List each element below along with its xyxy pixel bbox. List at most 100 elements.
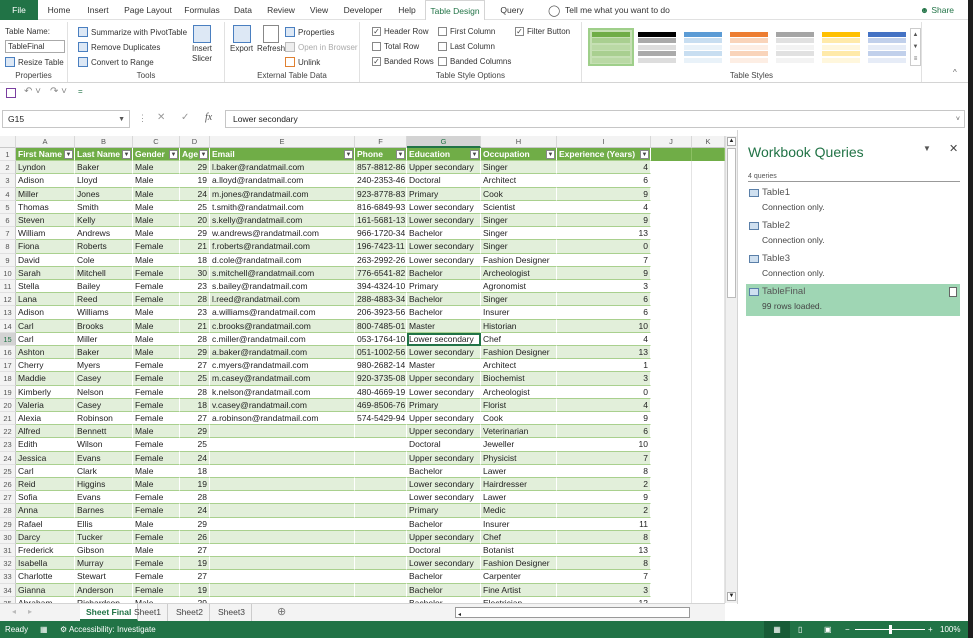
cell[interactable]: Edith: [16, 438, 75, 452]
cell[interactable]: [210, 517, 355, 531]
empty-cell[interactable]: [651, 398, 692, 412]
column-header-cell[interactable]: Age ▼: [180, 148, 210, 162]
cell[interactable]: Archeologist: [481, 385, 557, 399]
cell[interactable]: Ellis: [75, 517, 133, 531]
cell[interactable]: Male: [133, 346, 180, 360]
cell[interactable]: 26: [180, 530, 210, 544]
filter-dropdown-icon[interactable]: ▼: [344, 150, 353, 159]
cell[interactable]: 7: [557, 451, 651, 465]
cell[interactable]: Anderson: [75, 583, 133, 597]
cell[interactable]: [355, 464, 407, 478]
query-item[interactable]: TableFinal 99 rows loaded.: [746, 284, 960, 316]
filter-dropdown-icon[interactable]: ▼: [546, 150, 555, 159]
collapse-ribbon-icon[interactable]: ^: [953, 68, 957, 77]
empty-cell[interactable]: [692, 438, 725, 452]
cell[interactable]: Cook: [481, 187, 557, 201]
cell[interactable]: Scientist: [481, 200, 557, 214]
cell[interactable]: Baker: [75, 161, 133, 175]
cell[interactable]: 24: [180, 451, 210, 465]
empty-cell[interactable]: [692, 306, 725, 320]
cell[interactable]: 29: [180, 425, 210, 439]
cell[interactable]: Reed: [75, 293, 133, 307]
cell[interactable]: Barnes: [75, 504, 133, 518]
tab-home[interactable]: Home: [40, 0, 78, 20]
cell[interactable]: 161-5681-13: [355, 214, 407, 228]
formula-input[interactable]: Lower secondary ˅: [225, 110, 965, 128]
cell[interactable]: [355, 544, 407, 558]
row-header[interactable]: 33: [0, 570, 16, 584]
cell[interactable]: 0: [557, 240, 651, 254]
cell[interactable]: Reid: [16, 478, 75, 492]
empty-cell[interactable]: [651, 161, 692, 175]
cell[interactable]: Lower secondary: [407, 200, 481, 214]
query-item[interactable]: Table3 Connection only.: [746, 251, 960, 283]
cell[interactable]: 196-7423-11: [355, 240, 407, 254]
cell[interactable]: Bachelor: [407, 517, 481, 531]
tell-me-search[interactable]: Tell me what you want to do: [565, 5, 670, 15]
empty-cell[interactable]: [651, 332, 692, 346]
cell[interactable]: Upper secondary: [407, 372, 481, 386]
cell[interactable]: Stella: [16, 280, 75, 294]
cell[interactable]: 816-6849-93: [355, 200, 407, 214]
cell[interactable]: [210, 425, 355, 439]
cell[interactable]: Rafael: [16, 517, 75, 531]
cell[interactable]: m.casey@randatmail.com: [210, 372, 355, 386]
tab-table-design[interactable]: Table Design: [425, 0, 485, 20]
cell[interactable]: c.myers@randatmail.com: [210, 359, 355, 373]
cell[interactable]: 29: [180, 227, 210, 241]
pane-options-icon[interactable]: ▼: [923, 144, 931, 153]
row-header[interactable]: 6: [0, 214, 16, 228]
cell[interactable]: [355, 530, 407, 544]
cell[interactable]: 18: [180, 398, 210, 412]
empty-cell[interactable]: [651, 557, 692, 571]
empty-cell[interactable]: [692, 332, 725, 346]
empty-cell[interactable]: [651, 517, 692, 531]
cell[interactable]: Archeologist: [481, 266, 557, 280]
cell[interactable]: Female: [133, 557, 180, 571]
checkbox-total-row[interactable]: Total Row: [372, 42, 419, 51]
checkbox-banded-columns[interactable]: Banded Columns: [438, 57, 511, 66]
cell[interactable]: 0: [557, 385, 651, 399]
cell[interactable]: Ashton: [16, 346, 75, 360]
filter-dropdown-icon[interactable]: ▼: [396, 150, 405, 159]
empty-cell[interactable]: [651, 240, 692, 254]
cell[interactable]: 240-2353-46: [355, 174, 407, 188]
cell[interactable]: [210, 478, 355, 492]
horizontal-scrollbar[interactable]: ◂: [455, 607, 690, 618]
cell[interactable]: 920-3735-08: [355, 372, 407, 386]
cell[interactable]: 9: [557, 266, 651, 280]
cell[interactable]: Master: [407, 319, 481, 333]
vertical-scrollbar[interactable]: ▲ ▼: [725, 136, 737, 603]
row-header[interactable]: 27: [0, 491, 16, 505]
cell[interactable]: Anna: [16, 504, 75, 518]
cell[interactable]: 4: [557, 398, 651, 412]
empty-cell[interactable]: [651, 359, 692, 373]
cell[interactable]: Murray: [75, 557, 133, 571]
redo-icon[interactable]: ↷ ˅: [50, 86, 67, 97]
cell[interactable]: 28: [180, 332, 210, 346]
empty-cell[interactable]: [651, 319, 692, 333]
table-style-swatch[interactable]: [820, 30, 862, 64]
cell[interactable]: [355, 504, 407, 518]
cell[interactable]: 1: [557, 359, 651, 373]
cell[interactable]: Lyndon: [16, 161, 75, 175]
row-header[interactable]: 22: [0, 425, 16, 439]
insert-slicer-button[interactable]: Insert Slicer: [192, 25, 212, 63]
cell[interactable]: Lawer: [481, 491, 557, 505]
column-header-K[interactable]: K: [692, 136, 725, 148]
column-header-F[interactable]: F: [355, 136, 407, 148]
cell[interactable]: v.casey@randatmail.com: [210, 398, 355, 412]
scroll-up-icon[interactable]: ▲: [727, 137, 736, 146]
cell[interactable]: Agronomist: [481, 280, 557, 294]
cell[interactable]: Biochemist: [481, 372, 557, 386]
query-item[interactable]: Table2 Connection only.: [746, 218, 960, 250]
cell[interactable]: 28: [180, 491, 210, 505]
filter-dropdown-icon[interactable]: ▼: [470, 150, 479, 159]
customize-qat-icon[interactable]: =: [78, 87, 83, 96]
empty-cell[interactable]: [651, 293, 692, 307]
cell[interactable]: Male: [133, 200, 180, 214]
cell[interactable]: Master: [407, 359, 481, 373]
row-header[interactable]: 26: [0, 478, 16, 492]
next-sheet-icon[interactable]: ▸: [28, 607, 32, 616]
zoom-slider[interactable]: [855, 625, 925, 634]
